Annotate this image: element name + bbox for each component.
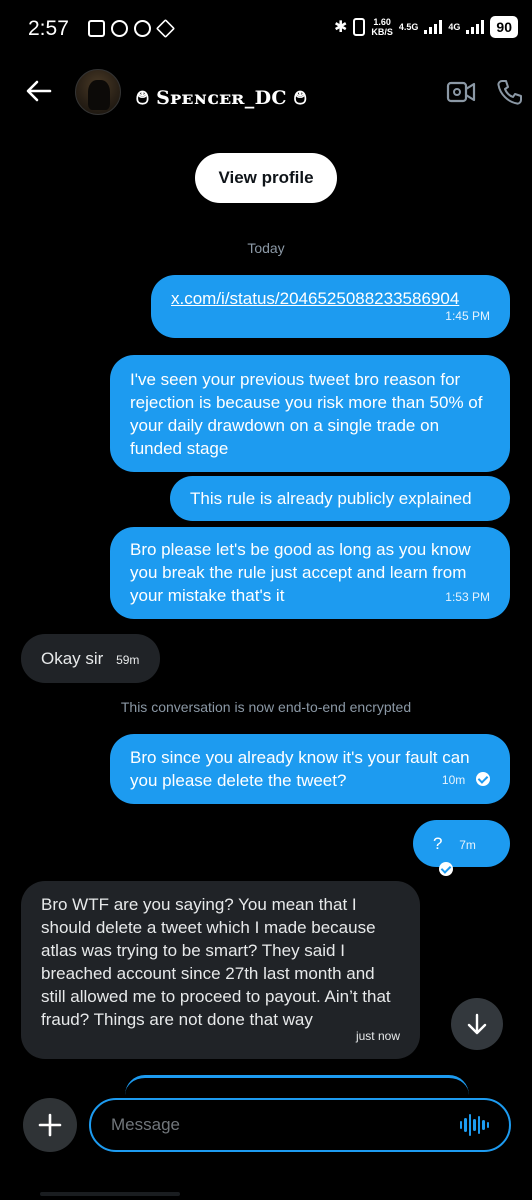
avatar[interactable]: [75, 69, 121, 115]
contact-name[interactable]: ࿉ Sᴘᴇɴᴄᴇʀ_DC ࿉: [136, 76, 307, 130]
message-composer: [0, 1096, 532, 1156]
message-bubble-incoming[interactable]: Bro WTF are you saying? You mean that I …: [21, 881, 420, 1059]
day-separator: Today: [247, 240, 285, 256]
status-right-icons: ✱ 1.60 KB/S 4.5G 4G 90: [334, 16, 518, 38]
arrow-left-icon[interactable]: [24, 76, 54, 106]
status-bar: 2:57 ✱ 1.60 KB/S 4.5G 4G 90: [0, 0, 532, 60]
message-bubble-outgoing[interactable]: This rule is already publicly explained: [170, 476, 510, 521]
notification-icons: [88, 18, 176, 39]
plus-icon[interactable]: [23, 1098, 77, 1152]
network-speed: 1.60 KB/S: [371, 17, 393, 37]
message-bubble-outgoing[interactable]: x.com/i/status/2046525088233586904 1:45 …: [151, 275, 510, 338]
message-bubble-outgoing[interactable]: Bro since you already know it's your fau…: [110, 734, 510, 804]
conversation-header: ࿉ Sᴘᴇɴᴄᴇʀ_DC ࿉: [0, 62, 532, 122]
arrow-down-icon: [467, 1013, 487, 1035]
message-input[interactable]: [111, 1100, 451, 1150]
message-input-container[interactable]: [89, 1098, 511, 1152]
signal-bars-icon: [424, 20, 443, 34]
message-link[interactable]: x.com/i/status/2046525088233586904: [171, 289, 459, 308]
message-timestamp: 59m: [116, 653, 140, 667]
encryption-notice: This conversation is now end-to-end encr…: [120, 699, 412, 715]
message-bubble-incoming[interactable]: Okay sir 59m: [21, 634, 160, 683]
message-text: ?: [433, 834, 443, 853]
bluetooth-icon: ✱: [333, 19, 348, 36]
telegram-icon: [155, 18, 176, 39]
message-timestamp: 7m: [459, 838, 476, 852]
read-receipt-icon: [476, 772, 490, 786]
bottom-strip: [0, 1184, 532, 1200]
message-timestamp: 1:45 PM: [445, 309, 490, 323]
plus-glyph-icon: [38, 1113, 62, 1137]
message-text: Okay sir: [41, 649, 104, 668]
video-call-icon[interactable]: [446, 80, 476, 104]
message-text: Bro WTF are you saying? You mean that I …: [41, 895, 391, 1029]
bottom-placeholder: [40, 1192, 180, 1196]
message-timestamp-group: 10m: [442, 767, 490, 792]
message-text: This rule is already publicly explained: [190, 489, 472, 508]
message-timestamp: 1:53 PM: [445, 590, 490, 604]
message-bubble-outgoing[interactable]: I've seen your previous tweet bro reason…: [110, 355, 510, 472]
battery-level: 90: [490, 16, 518, 38]
message-timestamp: just now: [355, 1029, 400, 1043]
read-receipt-icon: [439, 862, 453, 876]
voice-waveform-icon[interactable]: [459, 1114, 489, 1136]
whatsapp-icon: [111, 20, 128, 37]
vibrate-icon: [353, 18, 366, 36]
phone-icon[interactable]: [496, 78, 524, 106]
message-bubble-outgoing[interactable]: Bro please let's be good as long as you …: [110, 527, 510, 619]
scroll-to-bottom-button[interactable]: [451, 998, 503, 1050]
message-text: I've seen your previous tweet bro reason…: [130, 370, 483, 458]
message-bubble-outgoing[interactable]: ? 7m: [413, 820, 510, 876]
network-type-2: 4G: [448, 22, 461, 32]
network-speed-unit: KB/S: [371, 27, 393, 37]
network-type-1: 4.5G: [398, 22, 419, 32]
game-controller-icon: [88, 20, 105, 37]
message-bubble-partial: [125, 1075, 469, 1095]
network-speed-value: 1.60: [373, 17, 391, 27]
status-time: 2:57: [28, 17, 69, 40]
view-profile-button[interactable]: View profile: [195, 153, 337, 203]
facebook-icon: [134, 20, 151, 37]
message-text: Bro since you already know it's your fau…: [130, 748, 470, 790]
message-timestamp: 10m: [441, 773, 466, 787]
signal-bars-icon-2: [466, 20, 485, 34]
message-text: Bro please let's be good as long as you …: [130, 540, 471, 605]
